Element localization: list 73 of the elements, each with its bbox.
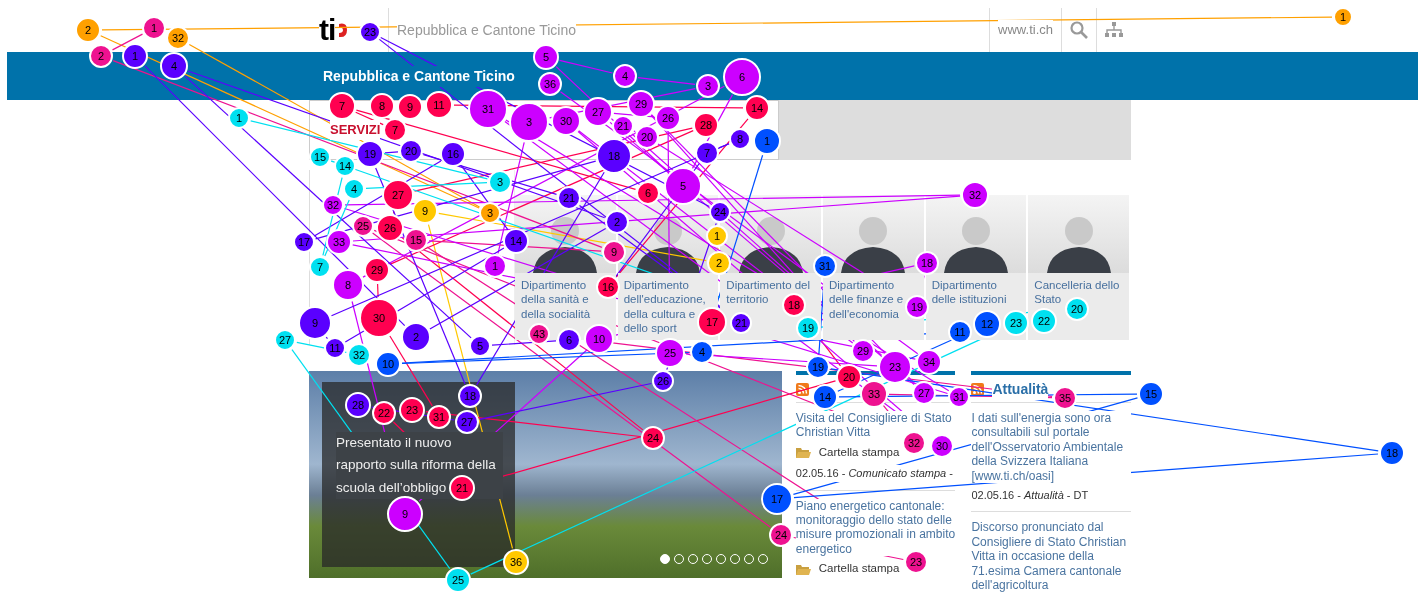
news-meta: 02.05.16 - Comunicato stampa - [795,465,956,482]
fixation-marker: 26 [652,370,674,392]
search-icon [1070,21,1088,39]
news-link[interactable]: Piano energetico cantonale: monitoraggio dello stato delle misure promozionali in ambito energetico [795,498,956,557]
fixation-marker: 1 [1333,7,1353,27]
fixation-marker: 23 [878,350,912,384]
fixation-marker: 5 [533,44,559,70]
services-label: SERVIZI [330,120,381,140]
fixation-marker: 15 [1138,381,1164,407]
news-link[interactable]: I dati sull'energia sono ora consultabili sul portale dell'Osservatorio Ambientale della Svizzera Italiana [www.ti.ch/oasi] [971,411,1131,483]
fixation-marker: 1 [483,254,507,278]
fixation-marker: 43 [528,323,550,345]
fixation-marker: 32 [322,194,344,216]
fixation-marker: 6 [636,181,660,205]
fixation-marker: 7 [309,256,331,278]
fixation-marker: 16 [440,141,466,167]
fixation-marker: 33 [326,229,352,255]
fixation-marker: 11 [324,337,346,359]
fixation-marker: 20 [836,364,862,390]
fixation-marker: 27 [274,329,296,351]
fixation-marker: 25 [655,338,685,368]
fixation-marker: 33 [860,380,888,408]
folder-icon [795,446,811,459]
fixation-marker: 9 [412,198,438,224]
fixation-marker: 23 [359,21,381,43]
fixation-marker: 19 [356,140,384,168]
fixation-marker: 6 [557,328,581,352]
fixation-marker: 35 [1053,386,1077,410]
carousel-dot[interactable] [659,554,670,564]
fixation-marker: 1 [122,43,148,69]
fixation-marker: 15 [404,228,428,252]
fixation-marker: 24 [769,523,793,547]
fixation-marker: 15 [309,146,331,168]
fixation-marker: 5 [469,335,491,357]
fixation-marker: 14 [503,228,529,254]
fixation-marker: 30 [359,298,399,338]
fixation-marker: 3 [479,202,501,224]
fixation-marker: 1 [228,107,250,129]
banner-title: Repubblica e Cantone Ticino [323,65,515,87]
fixation-marker: 3 [488,170,512,194]
fixation-marker: 26 [376,214,404,242]
folder-icon [795,562,811,575]
fixation-marker: 27 [382,179,414,211]
fixation-marker: 9 [298,306,332,340]
fixation-marker: 2 [75,17,101,43]
fixation-marker: 18 [1379,440,1405,466]
fixation-marker: 32 [961,181,989,209]
sitemap-icon [1105,22,1123,38]
fixation-marker: 29 [364,257,390,283]
fixation-marker: 2 [401,322,431,352]
fixation-marker: 29 [851,339,875,363]
fixation-marker: 30 [930,434,954,458]
fixation-marker: 17 [293,231,315,253]
fixation-marker: 4 [343,178,365,200]
fixation-marker: 34 [916,349,942,375]
fixation-marker: 2 [89,44,113,68]
fixation-marker: 10 [375,351,401,377]
fixation-marker: 8 [332,269,364,301]
fixation-marker: 32 [902,431,926,455]
fixation-marker: 25 [445,567,471,593]
fixation-marker: 27 [912,381,936,405]
fixation-marker: 1 [142,16,166,40]
fixation-marker: 19 [806,355,830,379]
fixation-marker: 32 [347,343,371,367]
fixation-marker: 21 [557,186,581,210]
fixation-marker: 4 [690,340,714,364]
fixation-marker: 25 [352,215,374,237]
fixation-marker: 23 [904,550,928,574]
fixation-marker: 17 [761,483,793,515]
fixation-marker: 14 [334,155,356,177]
fixation-marker: 32 [166,26,190,50]
fixation-marker: 31 [948,386,970,408]
fixation-marker: 14 [812,384,838,410]
